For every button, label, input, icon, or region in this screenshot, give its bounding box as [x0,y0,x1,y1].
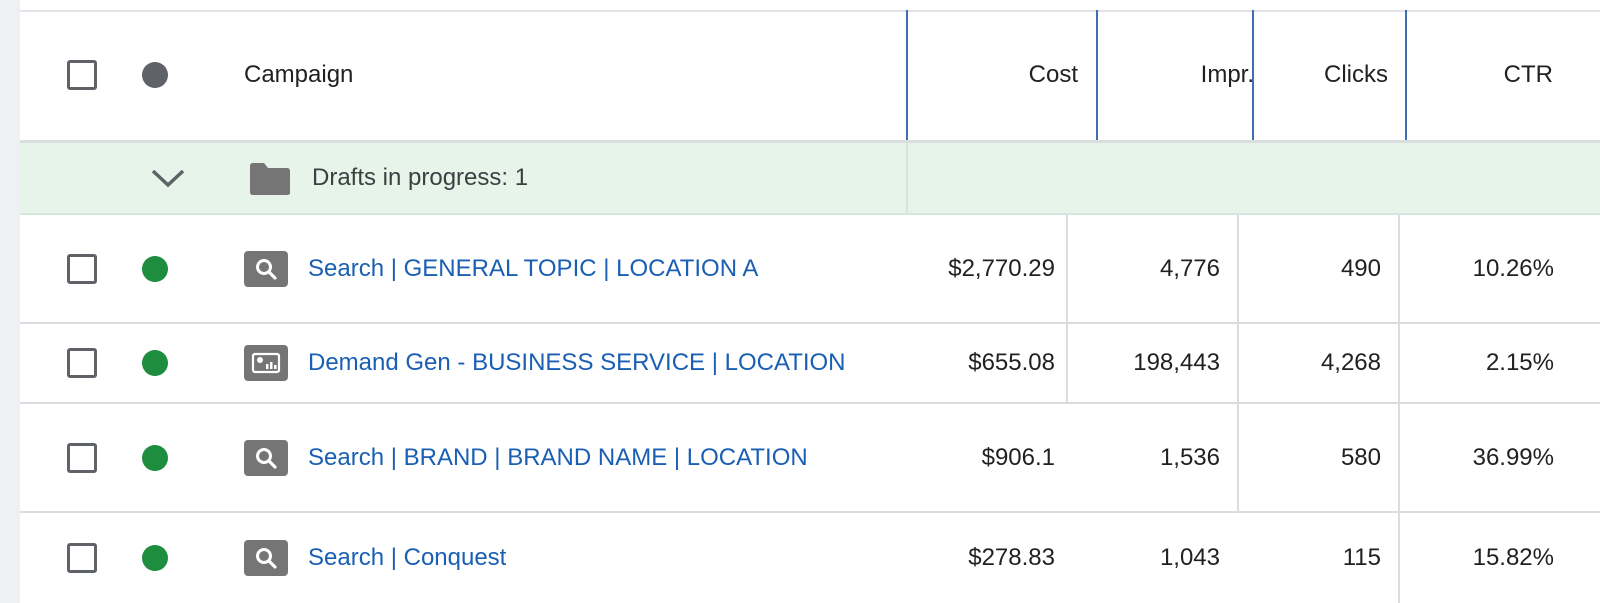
search-icon [244,439,288,476]
table-header: Campaign Cost Impr. Clicks CTR [20,10,1600,143]
column-divider[interactable] [906,10,908,140]
impressions-value: 198,443 [1133,349,1220,376]
campaign-link[interactable]: Demand Gen - BUSINESS SERVICE | LOCATION [308,349,846,377]
clicks-value: 115 [1342,544,1381,571]
cost-value: $906.1 [981,443,1055,471]
campaign-link[interactable]: Search | BRAND | BRAND NAME | LOCATION [308,444,808,472]
column-header-impr[interactable]: Impr. [1098,10,1254,140]
column-divider [1237,404,1239,511]
clicks-value: 490 [1340,254,1381,282]
row-checkbox[interactable] [67,253,97,284]
column-divider [1066,324,1068,402]
column-divider [1237,215,1239,322]
impressions-value: 1,043 [1159,544,1220,571]
table-row: Search | GENERAL TOPIC | LOCATION A $2,7… [20,215,1600,324]
column-header-ctr[interactable]: CTR [1407,10,1553,140]
cost-value: $655.08 [968,349,1055,376]
column-divider [1066,215,1068,322]
ctr-value: 2.15% [1485,349,1554,376]
status-enabled-dot[interactable] [142,350,168,376]
column-divider [1398,404,1400,511]
column-divider [1398,324,1400,402]
chevron-down-icon[interactable] [148,143,188,213]
campaign-link[interactable]: Search | Conquest [308,544,506,572]
left-margin [0,0,20,603]
drafts-label: Drafts in progress: 1 [312,164,529,191]
clicks-value: 4,268 [1320,349,1381,376]
column-divider[interactable] [1252,10,1254,140]
ctr-value: 10.26% [1472,254,1554,282]
campaign-table: Campaign Cost Impr. Clicks CTR Drafts in… [20,10,1600,603]
demand-gen-icon [244,345,288,381]
ctr-value: 15.82% [1472,544,1554,571]
status-enabled-dot[interactable] [142,255,168,282]
column-header-clicks[interactable]: Clicks [1254,10,1388,140]
cost-value: $2,770.29 [948,254,1055,282]
status-enabled-dot[interactable] [142,545,168,571]
column-header-campaign[interactable]: Campaign [244,10,904,140]
ctr-value: 36.99% [1472,443,1554,471]
status-header-icon[interactable] [142,62,168,88]
cost-value: $278.83 [968,544,1055,571]
table-row: Search | Conquest $278.83 1,043 115 15.8… [20,513,1600,603]
column-divider [1398,513,1400,603]
clicks-value: 580 [1340,443,1381,471]
row-checkbox[interactable] [67,442,97,473]
impressions-value: 4,776 [1159,254,1220,282]
row-checkbox[interactable] [67,348,97,378]
campaign-link[interactable]: Search | GENERAL TOPIC | LOCATION A [308,255,758,283]
folder-icon [248,143,292,213]
row-checkbox[interactable] [67,543,97,573]
column-divider[interactable] [1096,10,1098,140]
search-icon [244,250,288,287]
column-header-cost[interactable]: Cost [908,10,1078,140]
column-divider [1398,215,1400,322]
column-header-campaign-label: Campaign [244,61,354,88]
table-row: Demand Gen - BUSINESS SERVICE | LOCATION… [20,324,1600,404]
search-icon [244,540,288,576]
column-divider [1237,324,1239,402]
drafts-row[interactable]: Drafts in progress: 1 [20,143,1600,215]
column-divider [906,143,908,213]
select-all-checkbox[interactable] [67,60,97,90]
impressions-value: 1,536 [1159,443,1220,471]
table-row: Search | BRAND | BRAND NAME | LOCATION $… [20,404,1600,513]
column-divider[interactable] [1405,10,1407,140]
status-enabled-dot[interactable] [142,444,168,471]
